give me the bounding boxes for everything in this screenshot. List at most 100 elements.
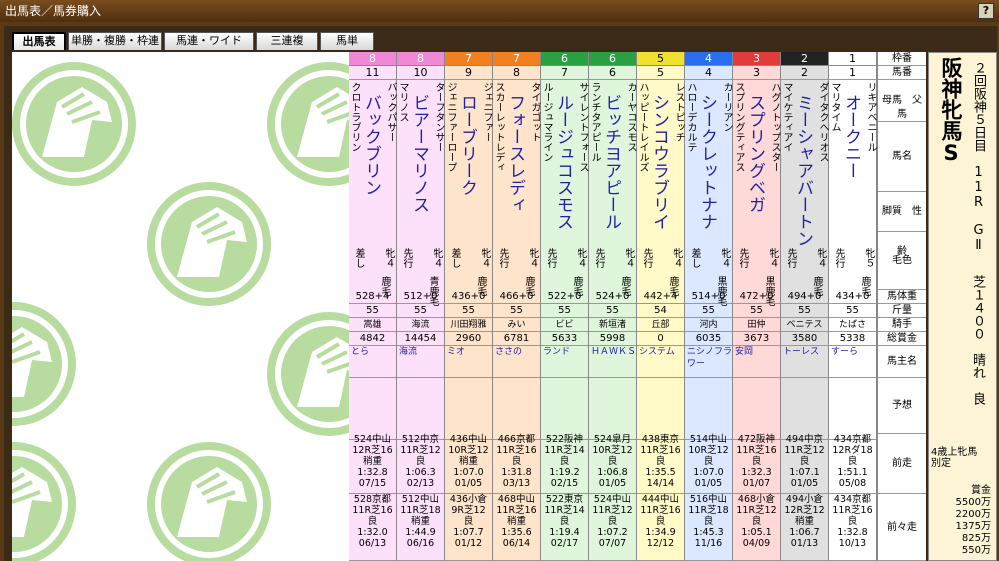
earnings-value: 0 (637, 332, 684, 346)
last-race: 466京都 11R芝16 良 1:31.8 03/13 (493, 434, 540, 494)
prediction-marks (349, 384, 396, 440)
earnings-value: 5998 (589, 332, 636, 346)
prediction-marks (589, 384, 636, 440)
last-race: 524中山 12R芝16 稍重 1:32.8 07/15 (349, 434, 396, 494)
weight-value: 434+0 (829, 290, 876, 304)
horse-name: ビアーマリノス (409, 94, 429, 213)
last-race: 438東京 11R芝16 良 1:35.5 14/14 (637, 434, 684, 494)
horse-number: 6 (589, 66, 636, 80)
entries-table: 8 11 クロトラブリン バックパサー バックブリン 差し 牝４ 鹿毛 528+4 55 嵩雄 484… (349, 52, 926, 561)
earnings-value: 3580 (781, 332, 828, 346)
prediction-marks (637, 384, 684, 440)
row-label: 毛色 (878, 232, 926, 290)
horse-logo-icon (12, 62, 136, 186)
last-race: 434京都 12Rダ18 良 1:51.1 05/08 (829, 434, 876, 494)
owner-name: 海流 (397, 346, 444, 378)
prediction-marks (445, 384, 492, 440)
prev-race: 528京都 11R芝16 良 1:32.0 06/13 (349, 494, 396, 561)
jockey-value: みい (493, 318, 540, 332)
kin-value: 55 (349, 304, 396, 318)
gate-number: 1 (829, 52, 876, 66)
running-style: 先行 (401, 248, 412, 268)
prediction-marks (397, 384, 444, 440)
prev-race: 524中山 11R芝12 良 1:07.2 07/07 (589, 494, 636, 561)
horse-logo-icon (12, 442, 76, 561)
horse-logo-icon (147, 442, 271, 561)
window-title-bar: 出馬表／馬券購入 ? (0, 0, 999, 22)
owner-name: ランド (541, 346, 588, 378)
horse-column[interactable]: 1 1 マリタイム リキアベニール オークニー 先行 牝５ 鹿毛 434+0 55 たばさ 5338 す… (829, 52, 877, 561)
horse-column[interactable]: 7 9 ジェニファーロープ ジェニファー ローブリーク 差し 牝４ 鹿毛 436+0 55 川田翔雅… (445, 52, 493, 561)
prediction-marks (493, 384, 540, 440)
horse-logo-watermark (12, 52, 349, 561)
jockey-value: ビビ (541, 318, 588, 332)
owner-name: ミオ (445, 346, 492, 378)
horse-column[interactable]: 5 5 ハッピートレイルズ レストピッチ シンコウラブリイ 先行 牝４ 鹿毛 442+4 54 丘部… (637, 52, 685, 561)
race-meeting: ２回阪神５日目 11R GⅡ (971, 61, 986, 253)
horse-number: 2 (781, 66, 828, 80)
last-race: 512中京 11R芝12 良 1:06.3 02/13 (397, 434, 444, 494)
row-label: 総賞金 (878, 332, 926, 346)
horse-column[interactable]: 4 4 ハローデカルテ カーリアン シークレットナナ 差し 牝４ 黒鹿毛 514+0 55 河内 60… (685, 52, 733, 561)
owner-name: ニシノフラワー (685, 346, 732, 378)
gate-number: 5 (637, 52, 684, 66)
sex-age: 牝４ (719, 248, 730, 268)
running-style: 差し (689, 248, 700, 268)
prev-race: 434京都 11R芝16 良 1:32.8 10/13 (829, 494, 876, 561)
kin-value: 55 (781, 304, 828, 318)
kin-value: 55 (445, 304, 492, 318)
horse-column[interactable]: 3 3 スプリングティアス ハグノトップスター スプリングベガ 先行 牝４ 黒鹿毛 472+0 5… (733, 52, 781, 561)
gate-number: 3 (733, 52, 780, 66)
weight-value: 442+4 (637, 290, 684, 304)
horse-name: オークニー (841, 94, 861, 179)
horse-column[interactable]: 8 10 マリノス ターフタンサー ビアーマリノス 先行 牝４ 青鹿毛 512+0 55 海流 144… (397, 52, 445, 561)
tab-trio[interactable]: 三連複 (256, 32, 318, 50)
horse-logo-icon (12, 302, 76, 426)
running-style: 先行 (593, 248, 604, 268)
horse-number: 9 (445, 66, 492, 80)
dam-name: ハローデカルテ (685, 82, 696, 152)
prev-race: 494小倉 12R芝12 稍重 1:06.7 01/13 (781, 494, 828, 561)
horse-column[interactable]: 6 6 ランチタアピール カーヤコスモス ビッチヨアピール 先行 牝４ 鹿毛 524+0 55 新垣… (589, 52, 637, 561)
horse-number: 11 (349, 66, 396, 80)
sire-name: レストピッチ (673, 82, 684, 142)
prize-list: 賞金 5500万 2200万 1375万 825万 550万 (955, 485, 991, 556)
tab-exacta[interactable]: 馬単 (320, 32, 374, 50)
horse-column[interactable]: 6 7 ルージュマライン サイレントフォース ルージュコスモス 先行 牝４ 鹿毛 522+0 55… (541, 52, 589, 561)
horse-name: ルージュコスモス (553, 94, 573, 230)
row-label: 枠番 (878, 52, 926, 66)
sex-age: 牝４ (527, 248, 538, 268)
horse-column[interactable]: 7 8 スカーレットレディ タイガゴット フォースレディ 先行 牝４ 鹿毛 466+0 55 みい 6… (493, 52, 541, 561)
horse-name: ミーシャアバートン (793, 94, 813, 247)
running-style: 先行 (545, 248, 556, 268)
running-style: 先行 (785, 248, 796, 268)
jockey-value: 新垣渚 (589, 318, 636, 332)
prev-race: 468中山 11R芝16 稍重 1:35.6 06/14 (493, 494, 540, 561)
dam-name: ジェニファーロープ (445, 82, 456, 172)
owner-name: 安岡 (733, 346, 780, 378)
sex-age: 牝５ (863, 248, 874, 268)
race-course: 芝１４００ 晴れ 良 (970, 275, 985, 405)
running-style: 先行 (641, 248, 652, 268)
horse-name: シークレットナナ (697, 94, 717, 230)
prediction-marks (685, 384, 732, 440)
tab-win-place-bracket[interactable]: 単勝・複勝・枠連 (68, 32, 162, 50)
kin-value: 55 (829, 304, 876, 318)
horse-column[interactable]: 8 11 クロトラブリン バックパサー バックブリン 差し 牝４ 鹿毛 528+4 55 嵩雄 484… (349, 52, 397, 561)
owner-name: ＨＡＷＫＳ (589, 346, 636, 378)
row-label: 予想 (878, 378, 926, 434)
last-race: 522阪神 11R芝14 良 1:19.2 02/15 (541, 434, 588, 494)
weight-value: 512+0 (397, 290, 444, 304)
tab-entries[interactable]: 出馬表 (12, 32, 66, 50)
tab-quinella-wide[interactable]: 馬連・ワイド (164, 32, 254, 50)
help-button[interactable]: ? (978, 3, 994, 19)
last-race: 436中山 10R芝12 稍重 1:07.0 01/05 (445, 434, 492, 494)
sex-age: 牝４ (575, 248, 586, 268)
jockey-value: 田仲 (733, 318, 780, 332)
dam-name: マリノス (397, 82, 408, 122)
gate-number: 6 (589, 52, 636, 66)
owner-name: とら (349, 346, 396, 378)
race-info-panel: 阪神牝馬S ２回阪神５日目 11R GⅡ 芝１４００ 晴れ 良 4歳上牝馬 別定… (928, 52, 997, 561)
horse-column[interactable]: 2 2 マイケティアイ ダイタクヘリオス ミーシャアバートン 先行 牝４ 鹿毛 494+0 55 ベ… (781, 52, 829, 561)
dam-name: ルージュマライン (541, 82, 552, 162)
